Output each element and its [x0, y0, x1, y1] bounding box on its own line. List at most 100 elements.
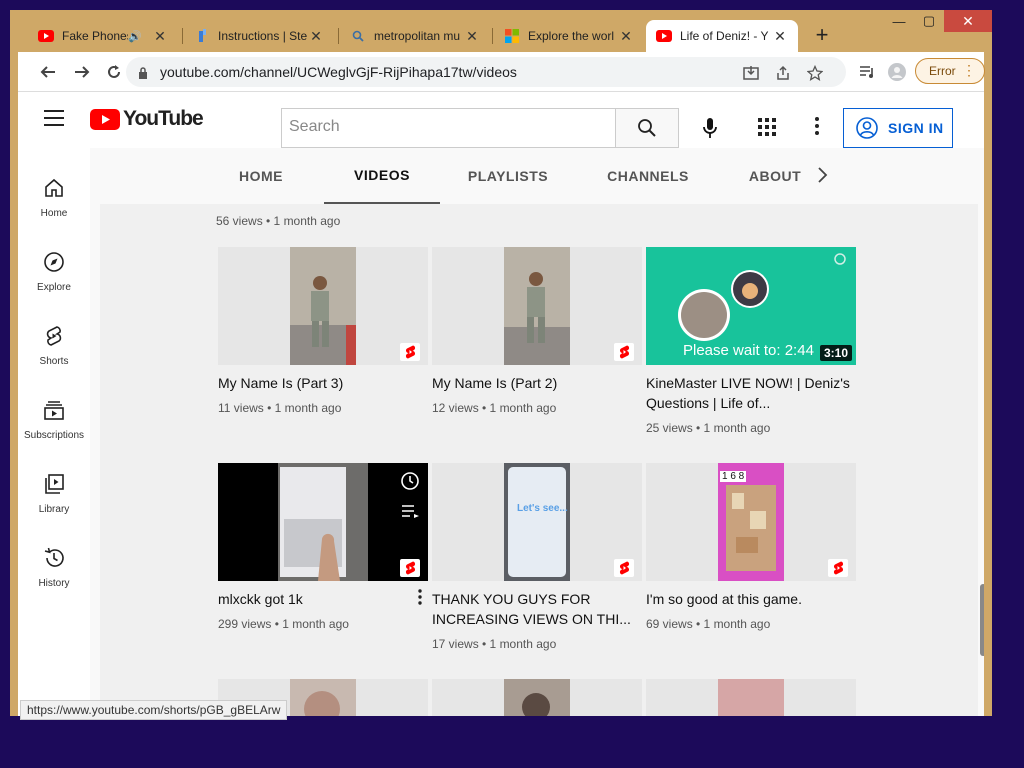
tab-separator	[182, 28, 183, 44]
shorts-badge-icon	[400, 559, 420, 577]
sidebar-item-explore[interactable]: Explore	[18, 238, 90, 298]
shorts-badge-icon	[828, 559, 848, 577]
sidebar-item-shorts[interactable]: Shorts	[18, 312, 90, 372]
menu-dots-icon[interactable]: ⋮	[962, 62, 976, 79]
video-title[interactable]: mlxckk got 1k	[218, 589, 428, 609]
tab-channels[interactable]: CHANNELS	[596, 148, 700, 204]
video-card[interactable]: My Name Is (Part 3) 11 views • 1 month a…	[218, 247, 428, 415]
install-icon[interactable]	[742, 64, 760, 82]
sidebar-item-subscriptions[interactable]: Subscriptions	[18, 386, 90, 446]
shorts-icon	[42, 324, 66, 348]
tab-playlists[interactable]: PLAYLISTS	[456, 148, 560, 204]
add-to-queue-icon[interactable]	[400, 503, 420, 524]
more-options-icon[interactable]	[418, 589, 422, 610]
page-content: YouTube Search SIGN IN Home Explore Shor…	[18, 92, 984, 716]
new-tab-button[interactable]: +	[810, 24, 834, 46]
sidebar: Home Explore Shorts Subscriptions Librar…	[18, 148, 90, 716]
more-options-icon[interactable]	[814, 116, 820, 141]
apps-grid-icon[interactable]	[758, 118, 776, 141]
microsoft-icon	[504, 28, 520, 44]
menu-icon[interactable]	[44, 110, 64, 130]
tab-videos[interactable]: VIDEOS	[324, 148, 440, 204]
close-tab-icon[interactable]: ✕	[772, 28, 788, 45]
video-meta: 25 views • 1 month ago	[646, 421, 771, 435]
video-meta: 56 views • 1 month ago	[216, 214, 341, 228]
video-thumbnail[interactable]	[218, 463, 428, 581]
chevron-right-icon[interactable]	[816, 166, 828, 189]
video-card[interactable]: 1 6 8 I'm so good at this game. 69 views…	[646, 463, 856, 631]
tab-metropolitan[interactable]: metropolitan mu ✕	[340, 20, 490, 52]
thumbnail-image	[504, 679, 570, 716]
tab-explore-world[interactable]: Explore the worl ✕	[494, 20, 644, 52]
maximize-button[interactable]: ▢	[914, 10, 944, 32]
video-card[interactable]: Let's see... THANK YOU GUYS FOR INCREASI…	[432, 463, 642, 651]
sign-in-button[interactable]: SIGN IN	[843, 108, 953, 148]
video-card[interactable]: mlxckk got 1k 299 views • 1 month ago	[218, 463, 428, 631]
sidebar-item-home[interactable]: Home	[18, 164, 90, 224]
tab-separator	[338, 28, 339, 44]
close-tab-icon[interactable]: ✕	[152, 28, 168, 45]
video-card[interactable]: Please wait to: 2:44 3:10 KineMaster LIV…	[646, 247, 856, 435]
tab-life-of-deniz[interactable]: Life of Deniz! - Y ✕	[646, 20, 798, 52]
youtube-header: YouTube Search SIGN IN	[18, 92, 984, 148]
video-thumbnail[interactable]	[432, 679, 642, 716]
speaker-icon[interactable]: 🔊	[128, 30, 142, 43]
channel-tabs: HOME VIDEOS PLAYLISTS CHANNELS ABOUT	[100, 148, 978, 204]
microphone-icon[interactable]	[698, 116, 722, 140]
video-thumbnail[interactable]	[432, 247, 642, 365]
video-thumbnail[interactable]	[218, 247, 428, 365]
error-button[interactable]: Error ⋮	[915, 58, 985, 84]
close-window-button[interactable]: ✕	[944, 10, 992, 32]
sidebar-item-label: Shorts	[39, 356, 69, 367]
thumbnail-text: Let's see...	[517, 503, 568, 514]
sidebar-item-label: Subscriptions	[23, 430, 85, 441]
video-thumbnail[interactable]: 1 6 8	[646, 463, 856, 581]
star-icon[interactable]	[806, 64, 824, 82]
tab-home[interactable]: HOME	[218, 148, 304, 204]
video-card[interactable]	[432, 679, 642, 716]
back-button[interactable]	[36, 60, 60, 84]
video-thumbnail[interactable]: Please wait to: 2:44 3:10	[646, 247, 856, 365]
forward-button[interactable]	[70, 60, 94, 84]
thumbnail-image	[290, 247, 356, 365]
video-card[interactable]	[646, 679, 856, 716]
profile-icon[interactable]	[888, 63, 906, 81]
video-title[interactable]: KineMaster LIVE NOW! | Deniz's Questions…	[646, 373, 856, 413]
sidebar-item-label: Library	[38, 504, 70, 515]
youtube-logo[interactable]: YouTube	[90, 107, 204, 131]
tab-fake-phones[interactable]: Fake Phones 🔊 ✕	[28, 20, 178, 52]
address-bar[interactable]: youtube.com/channel/UCWeglvGjF-RijPihapa…	[126, 57, 846, 87]
video-thumbnail[interactable]	[646, 679, 856, 716]
tab-about[interactable]: ABOUT	[740, 148, 810, 204]
page-scrollbar[interactable]	[980, 584, 984, 656]
video-title[interactable]: THANK YOU GUYS FOR INCREASING VIEWS ON T…	[432, 589, 642, 629]
shorts-badge-icon	[400, 343, 420, 361]
watch-later-icon[interactable]	[400, 471, 420, 496]
sidebar-item-library[interactable]: Library	[18, 460, 90, 520]
youtube-logo-icon	[90, 108, 120, 130]
tab-title: metropolitan mu	[374, 29, 461, 43]
close-tab-icon[interactable]: ✕	[618, 28, 634, 45]
video-thumbnail[interactable]: Let's see...	[432, 463, 642, 581]
thumbnail-image	[718, 463, 784, 581]
search-input[interactable]: Search	[281, 108, 616, 148]
video-meta: 69 views • 1 month ago	[646, 617, 771, 631]
tab-instructions[interactable]: Instructions | Ste ✕	[184, 20, 334, 52]
browser-toolbar: youtube.com/channel/UCWeglvGjF-RijPihapa…	[18, 52, 985, 92]
lock-icon[interactable]	[138, 66, 148, 84]
sidebar-item-history[interactable]: History	[18, 534, 90, 594]
share-icon[interactable]	[774, 64, 792, 82]
video-card[interactable]: My Name Is (Part 2) 12 views • 1 month a…	[432, 247, 642, 415]
video-title[interactable]: My Name Is (Part 2)	[432, 373, 642, 393]
close-tab-icon[interactable]: ✕	[464, 28, 480, 45]
search-button[interactable]	[615, 108, 679, 148]
video-meta: 17 views • 1 month ago	[432, 637, 557, 651]
tab-title: Explore the worl	[528, 29, 615, 43]
media-queue-icon[interactable]	[858, 63, 876, 81]
tab-title: Instructions | Ste	[218, 29, 308, 43]
video-title[interactable]: My Name Is (Part 3)	[218, 373, 428, 393]
reload-button[interactable]	[102, 60, 126, 84]
video-title[interactable]: I'm so good at this game.	[646, 589, 856, 609]
close-tab-icon[interactable]: ✕	[308, 28, 324, 45]
minimize-button[interactable]: —	[884, 10, 914, 32]
